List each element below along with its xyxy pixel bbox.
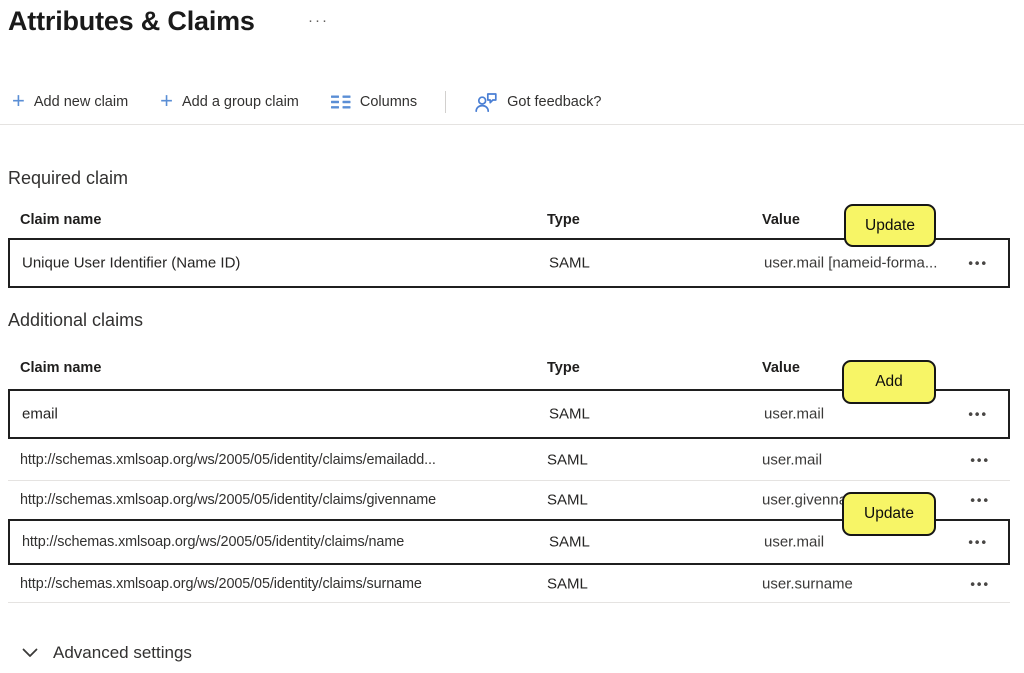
claim-value: user.mail [nameid-forma... (764, 254, 938, 272)
got-feedback-label: Got feedback? (507, 94, 602, 110)
annotation-update-name-claim: Update (842, 492, 936, 536)
claim-value: user.surname (762, 575, 853, 592)
toolbar: + Add new claim + Add a group claim Colu… (8, 86, 605, 118)
more-options-icon[interactable]: ••• (964, 405, 992, 424)
attributes-claims-page: Attributes & Claims ··· + Add new claim … (0, 0, 1024, 673)
claim-type: SAML (547, 451, 588, 468)
claim-name: email (22, 405, 58, 423)
more-options-icon[interactable]: ••• (964, 254, 992, 273)
claim-type: SAML (547, 575, 588, 592)
claim-type: SAML (549, 405, 590, 423)
claim-value: user.mail (762, 451, 823, 468)
column-header-value: Value (762, 212, 800, 228)
page-title: Attributes & Claims (8, 6, 255, 36)
columns-button[interactable]: Columns (327, 94, 421, 110)
plus-icon: + (12, 88, 25, 113)
claim-type: SAML (549, 254, 590, 272)
annotation-add-email-claim: Add (842, 360, 936, 404)
column-header-type: Type (547, 360, 580, 376)
got-feedback-button[interactable]: Got feedback? (470, 92, 605, 113)
claim-type: SAML (547, 491, 588, 509)
column-header-type: Type (547, 212, 580, 228)
more-options-icon[interactable]: ••• (966, 450, 994, 469)
more-options-icon[interactable]: ••• (966, 574, 994, 593)
claim-name: Unique User Identifier (Name ID) (22, 254, 241, 272)
claim-row-surname[interactable]: http://schemas.xmlsoap.org/ws/2005/05/id… (8, 565, 1010, 603)
advanced-settings-toggle[interactable]: Advanced settings (22, 643, 192, 663)
add-group-claim-button[interactable]: + Add a group claim (156, 88, 303, 113)
advanced-settings-label: Advanced settings (53, 643, 192, 662)
add-new-claim-button[interactable]: + Add new claim (8, 88, 132, 113)
toolbar-divider (0, 124, 1024, 125)
more-options-icon[interactable]: ••• (964, 533, 992, 552)
claim-name: http://schemas.xmlsoap.org/ws/2005/05/id… (22, 534, 405, 550)
claim-row-emailaddress[interactable]: http://schemas.xmlsoap.org/ws/2005/05/id… (8, 439, 1010, 481)
claim-name: http://schemas.xmlsoap.org/ws/2005/05/id… (20, 451, 436, 468)
add-new-claim-label: Add new claim (33, 94, 129, 110)
feedback-icon (475, 92, 497, 112)
annotation-update-required-claim: Update (844, 204, 936, 247)
column-header-value: Value (762, 360, 800, 376)
claim-value: user.mail (764, 533, 825, 551)
chevron-down-icon (22, 648, 38, 657)
columns-label: Columns (359, 94, 418, 110)
page-header: Attributes & Claims (8, 6, 255, 37)
claim-name: http://schemas.xmlsoap.org/ws/2005/05/id… (20, 575, 422, 592)
columns-icon (330, 95, 351, 109)
claim-name: http://schemas.xmlsoap.org/ws/2005/05/id… (20, 492, 437, 508)
toolbar-separator (445, 91, 447, 113)
required-claim-heading: Required claim (8, 168, 129, 188)
column-header-claim-name: Claim name (20, 212, 102, 228)
page-more-menu-icon[interactable]: ··· (308, 12, 329, 29)
claim-value: user.mail (764, 405, 825, 423)
more-options-icon[interactable]: ••• (966, 491, 994, 510)
add-group-claim-label: Add a group claim (182, 94, 299, 110)
plus-icon: + (160, 88, 174, 113)
column-header-claim-name: Claim name (20, 360, 102, 376)
claim-type: SAML (549, 533, 590, 551)
additional-claims-heading: Additional claims (8, 310, 144, 330)
